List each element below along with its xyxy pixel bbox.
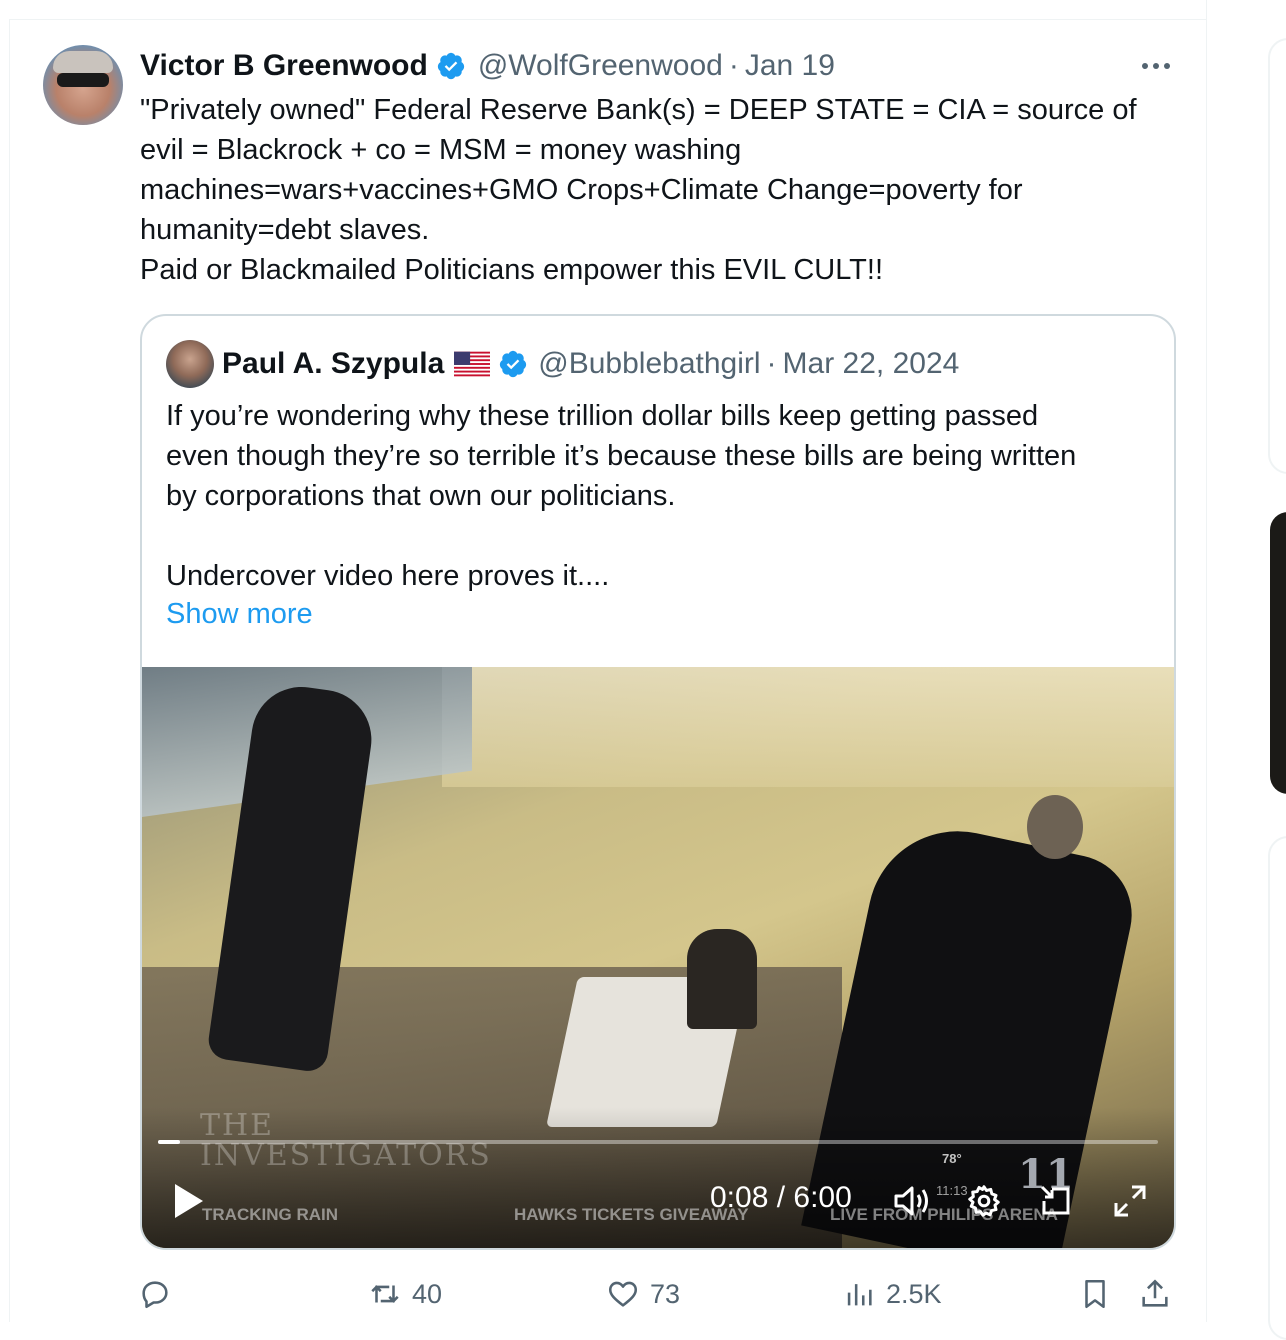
verified-badge-icon	[437, 52, 464, 80]
tweet-text-line: humanity=debt slaves.	[140, 214, 430, 246]
quoted-author-avatar[interactable]	[166, 340, 214, 388]
quoted-text-line: Undercover video here proves it....	[166, 560, 610, 592]
quoted-text-line: by corporations that own our politicians…	[166, 480, 676, 512]
bookmark-icon	[1085, 1279, 1105, 1309]
picture-in-picture-icon	[1040, 1185, 1070, 1215]
sidebar-media-card[interactable]	[1270, 512, 1286, 794]
video-progress-bar[interactable]	[158, 1140, 1158, 1144]
tweet-text-line: Paid or Blackmailed Politicians empower …	[140, 254, 884, 286]
column-border-right	[1206, 0, 1207, 1322]
quoted-tweet-date[interactable]: Mar 22, 2024	[783, 347, 960, 381]
tweet-text-line: machines=wars+vaccines+GMO Crops+Climate…	[140, 174, 1023, 206]
video-time-label: 0:08 / 6:00	[710, 1181, 852, 1214]
author-avatar[interactable]	[43, 45, 123, 125]
avatar-hair	[53, 51, 113, 73]
play-icon	[175, 1184, 203, 1218]
video-temperature: 78°	[942, 1151, 962, 1166]
video-ticker-text: TRACKING RAIN	[202, 1205, 338, 1224]
volume-button[interactable]	[890, 1179, 934, 1223]
fullscreen-icon	[1114, 1185, 1146, 1217]
tweet-text-line: evil = Blackrock + co = MSM = money wash…	[140, 134, 742, 166]
settings-button[interactable]	[962, 1179, 1006, 1223]
timeline-divider	[9, 19, 1207, 20]
views-count: 2.5K	[886, 1278, 942, 1309]
video-ticker-text: LIVE FROM PHILIPS ARENA	[830, 1205, 1058, 1224]
quoted-author-handle[interactable]: @Bubblebathgirl	[538, 347, 760, 381]
tweet-date[interactable]: Jan 19	[745, 49, 835, 83]
fullscreen-button[interactable]	[1108, 1179, 1152, 1223]
column-border-left	[9, 20, 10, 1322]
picture-in-picture-button[interactable]	[1034, 1179, 1078, 1223]
volume-icon	[894, 1186, 928, 1216]
quoted-tweet-text: If you’re wondering why these trillion d…	[166, 396, 1156, 596]
reply-icon	[142, 1281, 168, 1309]
video-progress-fill	[158, 1140, 180, 1144]
views-chart-icon	[847, 1284, 872, 1306]
show-more-link[interactable]: Show more	[166, 594, 313, 634]
tweet-action-bar: 40 73 2.5K	[0, 1270, 1206, 1318]
bookmark-button[interactable]	[1078, 1270, 1112, 1318]
heart-icon	[608, 1281, 638, 1307]
tweet-header: Victor B Greenwood @WolfGreenwood · Jan …	[140, 46, 835, 86]
author-name[interactable]: Victor B Greenwood	[140, 49, 428, 83]
quoted-author-name[interactable]: Paul A. Szypula	[222, 347, 444, 381]
sidebar-card[interactable]	[1268, 836, 1286, 1340]
quoted-text-line: even though they’re so terrible it’s bec…	[166, 440, 1077, 472]
share-button[interactable]	[1138, 1270, 1172, 1318]
retweet-count: 40	[412, 1278, 443, 1309]
separator-dot: ·	[766, 347, 777, 380]
play-button[interactable]	[166, 1179, 210, 1223]
more-options-icon[interactable]	[1138, 52, 1174, 80]
reply-button[interactable]	[138, 1270, 182, 1318]
tweet-text-line: "Privately owned" Federal Reserve Bank(s…	[140, 94, 1137, 126]
author-handle[interactable]: @WolfGreenwood	[478, 49, 723, 83]
share-icon	[1142, 1279, 1168, 1307]
video-player[interactable]: THE INVESTIGATORS TRACKING RAIN HAWKS TI…	[142, 667, 1174, 1248]
avatar-sunglasses	[57, 73, 109, 87]
gear-icon	[968, 1185, 1000, 1217]
quoted-tweet-header: Paul A. Szypula @Bubblebathgirl · Mar 22…	[222, 344, 959, 384]
tweet-text: "Privately owned" Federal Reserve Bank(s…	[140, 90, 1180, 290]
us-flag-icon	[454, 351, 491, 377]
quoted-tweet-card[interactable]: Paul A. Szypula @Bubblebathgirl · Mar 22…	[140, 314, 1176, 1250]
quoted-verified-badge-icon	[500, 350, 527, 378]
like-count: 73	[650, 1278, 681, 1309]
views-button[interactable]: 2.5K	[842, 1270, 942, 1318]
sidebar-card[interactable]	[1268, 38, 1286, 474]
quoted-text-line: If you’re wondering why these trillion d…	[166, 400, 1039, 432]
retweet-button[interactable]: 40	[368, 1270, 442, 1318]
retweet-icon	[371, 1285, 399, 1303]
separator-dot: ·	[728, 49, 739, 82]
like-button[interactable]: 73	[606, 1270, 680, 1318]
